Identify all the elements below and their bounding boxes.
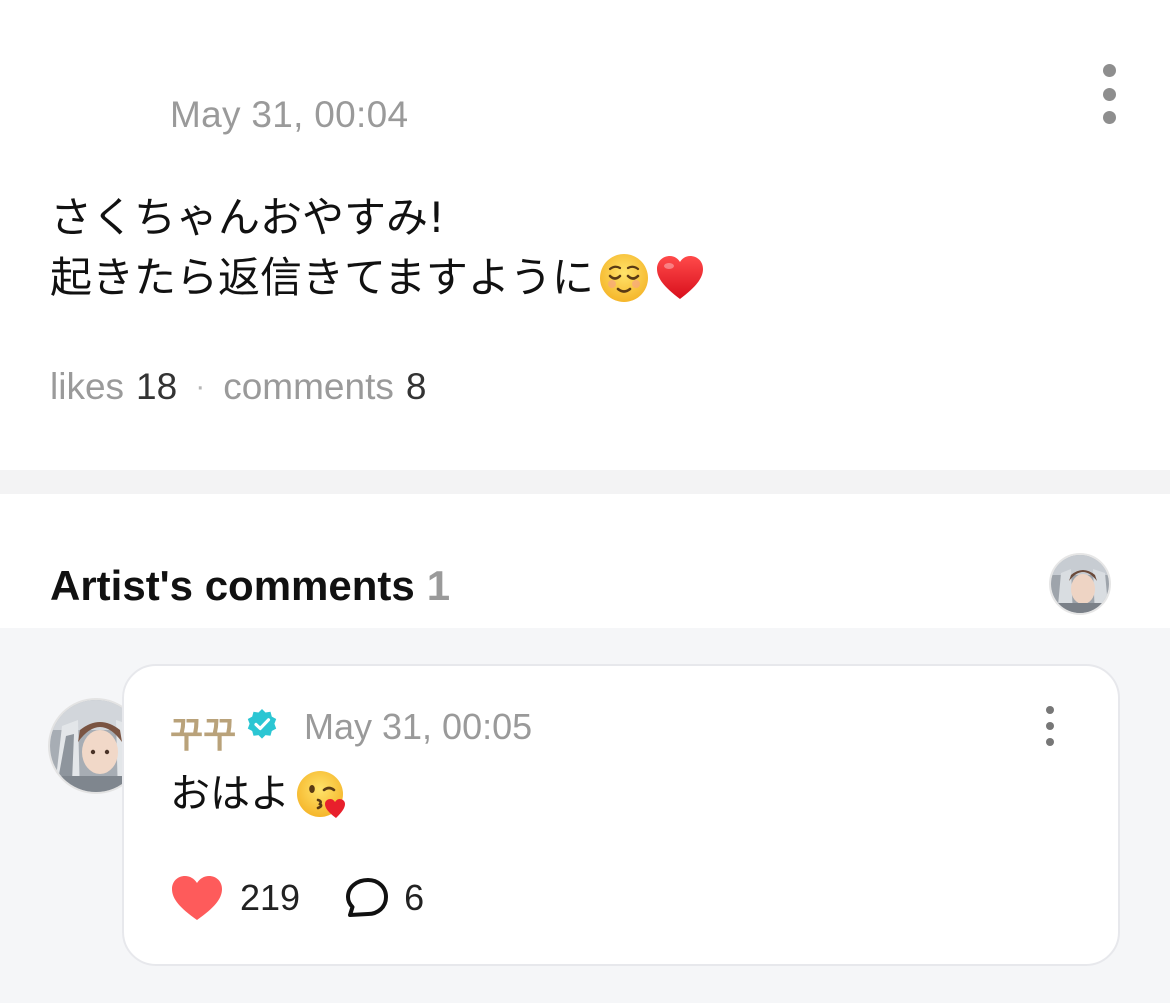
comment-actions: 219 6 [170, 874, 424, 922]
section-divider [0, 470, 1170, 494]
heart-icon[interactable] [170, 874, 224, 922]
comment-text: おはよ [170, 771, 290, 817]
artist-comments-count: 1 [426, 562, 451, 609]
speech-bubble-icon[interactable] [344, 876, 390, 920]
like-button[interactable]: 219 [170, 874, 344, 922]
comment-more-icon[interactable] [1042, 706, 1058, 746]
post-text-line-1: さくちゃんおやすみ! [50, 193, 445, 242]
comments-count[interactable]: 8 [406, 366, 427, 408]
comment-date: May 31, 00:05 [304, 706, 533, 747]
artist-comments-label: Artist's comments [50, 562, 415, 609]
comments-label[interactable]: comments [223, 366, 394, 408]
post-text-line-2-wrap: 起きたら返信きてますように [50, 248, 706, 308]
face-blowing-kiss-emoji-icon [297, 771, 345, 818]
reply-button[interactable]: 6 [344, 876, 424, 920]
likes-count[interactable]: 18 [136, 366, 177, 408]
likes-label[interactable]: likes [50, 366, 124, 408]
comment-body: おはよ [170, 766, 346, 822]
comment-author-name[interactable]: 꾸꾸 [170, 706, 236, 758]
artist-avatar-small[interactable] [1049, 553, 1111, 615]
post-card: May 31, 00:04 さくちゃんおやすみ! 起きたら返信きてますように l… [0, 0, 1170, 470]
artist-comment-card: 꾸꾸 May 31, 00:05 おはよ 219 6 [122, 664, 1120, 966]
post-text-line-2: 起きたら返信きてますように [50, 253, 594, 302]
stats-separator: · [195, 370, 206, 403]
post-date: May 31, 00:04 [170, 94, 409, 135]
post-stats: likes 18 · comments 8 [50, 366, 426, 408]
post-body: さくちゃんおやすみ! 起きたら返信きてますように [50, 188, 706, 308]
red-heart-emoji-icon [656, 256, 703, 299]
reply-count: 6 [404, 877, 425, 918]
relieved-face-emoji-icon [599, 254, 648, 302]
post-more-icon[interactable] [1094, 64, 1124, 124]
artist-comments-header: Artist's comments 1 [0, 494, 1170, 628]
verified-badge-icon [247, 709, 277, 739]
like-count: 219 [240, 877, 301, 918]
artist-comments-title: Artist's comments 1 [50, 562, 450, 610]
